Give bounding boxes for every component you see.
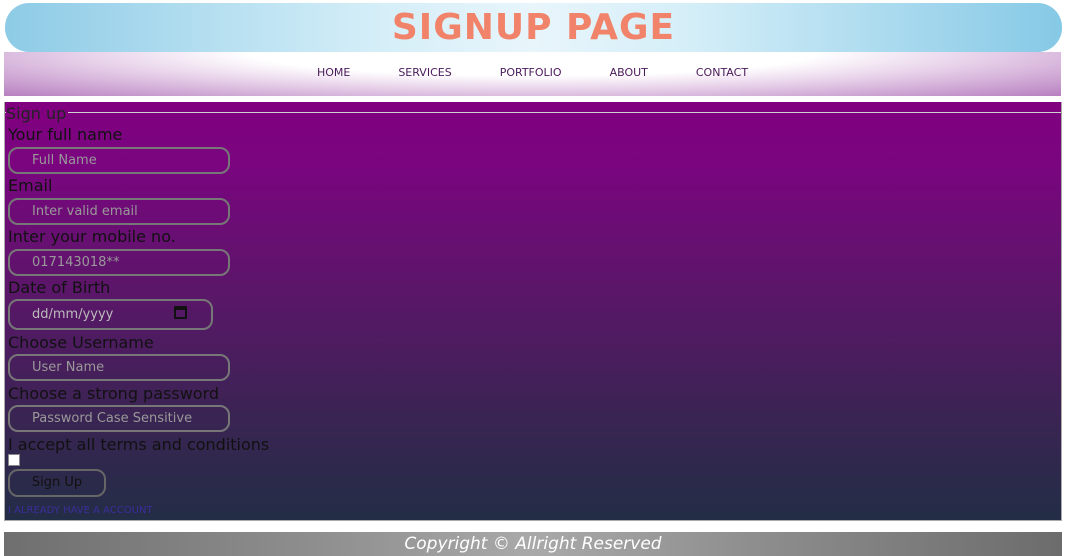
- copyright-text: Copyright © Allright Reserved: [404, 534, 662, 554]
- calendar-icon[interactable]: [174, 306, 187, 319]
- fullname-placeholder: Full Name: [32, 153, 97, 168]
- page-title: SIGNUP PAGE: [391, 7, 676, 48]
- nav-services[interactable]: SERVICES: [398, 66, 451, 79]
- username-input[interactable]: User Name: [8, 354, 230, 381]
- terms-checkbox[interactable]: [8, 454, 20, 466]
- terms-label: I accept all terms and conditions: [8, 435, 270, 454]
- signup-form: Sign up Your full name Full Name Email I…: [4, 102, 1062, 521]
- navbar: HOME SERVICES PORTFOLIO ABOUT CONTACT: [4, 52, 1061, 96]
- mobile-label: Inter your mobile no.: [8, 227, 176, 246]
- username-placeholder: User Name: [32, 360, 105, 375]
- fullname-label: Your full name: [8, 125, 123, 144]
- nav-contact[interactable]: CONTACT: [696, 66, 748, 79]
- signup-button[interactable]: Sign Up: [8, 469, 106, 497]
- header-banner: SIGNUP PAGE: [5, 3, 1062, 52]
- email-placeholder: Inter valid email: [32, 204, 138, 219]
- mobile-placeholder: 017143018**: [32, 255, 120, 270]
- already-have-account-link[interactable]: I ALREADY HAVE A ACCOUNT: [8, 505, 153, 516]
- dob-input[interactable]: dd/mm/yyyy: [8, 299, 213, 330]
- password-label: Choose a strong password: [8, 384, 220, 403]
- fieldset-border: [5, 112, 1061, 113]
- username-label: Choose Username: [8, 333, 154, 352]
- nav-about[interactable]: ABOUT: [610, 66, 648, 79]
- mobile-input[interactable]: 017143018**: [8, 249, 230, 276]
- footer: Copyright © Allright Reserved: [4, 532, 1062, 556]
- email-label: Email: [8, 176, 53, 195]
- password-placeholder: Password Case Sensitive: [32, 411, 193, 426]
- email-input[interactable]: Inter valid email: [8, 198, 230, 225]
- dob-placeholder: dd/mm/yyyy: [32, 307, 114, 322]
- fullname-input[interactable]: Full Name: [8, 147, 230, 174]
- form-legend: Sign up: [6, 104, 69, 123]
- nav-home[interactable]: HOME: [317, 66, 350, 79]
- nav-portfolio[interactable]: PORTFOLIO: [500, 66, 562, 79]
- password-input[interactable]: Password Case Sensitive: [8, 405, 230, 432]
- dob-label: Date of Birth: [8, 278, 111, 297]
